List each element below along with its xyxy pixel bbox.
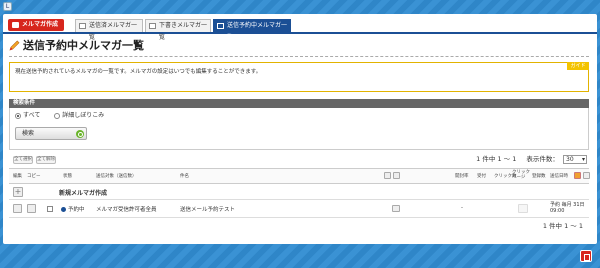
create-mailmag-button[interactable]: メルマガ作成 bbox=[8, 19, 64, 31]
th-status: 状態 bbox=[63, 174, 72, 179]
main-panel: メルマガ作成 送信済メルマガ一覧 下書きメルマガ一覧 送信予約中メルマガ一覧 送… bbox=[3, 14, 597, 244]
add-icon[interactable]: + bbox=[13, 187, 23, 197]
edit-icon[interactable] bbox=[13, 204, 22, 213]
clear-all-button[interactable]: 全て解除 bbox=[36, 156, 56, 164]
select-all-button[interactable]: 全て選択 bbox=[13, 156, 33, 164]
draft-icon bbox=[149, 23, 156, 29]
radio-all-dot bbox=[15, 113, 21, 119]
preview-icon[interactable] bbox=[392, 205, 400, 212]
table-row: 予約中 メルマガ受信許可者全員 送信メール予約テスト - 予約 毎月 31日 0… bbox=[9, 200, 589, 218]
app-logo: L bbox=[3, 2, 12, 11]
search-conditions-header: 検索条件 bbox=[9, 99, 589, 108]
tab-sent-list[interactable]: 送信済メルマガ一覧 bbox=[75, 19, 143, 41]
row-target: メルマガ受信許可者全員 bbox=[96, 207, 157, 213]
tab-scheduled-list[interactable]: 送信予約中メルマガ一覧 bbox=[213, 19, 291, 41]
guide-notice: 現在送信予約されているメルマガの一覧です。メルマガの設定はいつでも編集することが… bbox=[9, 62, 589, 92]
pager-top: 1 件中 1 ～ 1 表示件数： 30 bbox=[476, 154, 587, 164]
th-bounce: 登録数 bbox=[532, 174, 546, 179]
th-open: 開封率 bbox=[455, 174, 469, 179]
pencil-icon bbox=[9, 40, 20, 51]
search-button[interactable]: 検索 bbox=[15, 127, 87, 140]
create-mailmag-label: メルマガ作成 bbox=[22, 21, 59, 28]
row-send-date: 予約 毎月 31日 09:00 bbox=[550, 202, 585, 214]
pager-summary: 1 件中 1 ～ 1 bbox=[476, 155, 517, 163]
tab-draft-label: 下書きメルマガ一覧 bbox=[159, 22, 208, 41]
trash-icon[interactable] bbox=[580, 250, 592, 262]
top-bar: L bbox=[0, 0, 600, 14]
row-status: 予約中 bbox=[61, 205, 85, 213]
sent-mail-icon bbox=[79, 23, 86, 29]
new-mailmag-link[interactable]: 新規メルマガ作成 bbox=[59, 188, 107, 197]
title-divider bbox=[9, 56, 589, 57]
notice-text: 現在送信予約されているメルマガの一覧です。メルマガの設定はいつでも編集することが… bbox=[15, 69, 262, 75]
th-clickpage: クリックページ bbox=[512, 170, 530, 180]
per-page-select[interactable]: 30 bbox=[563, 154, 587, 164]
row-checkbox[interactable] bbox=[47, 206, 53, 212]
th-target: 送信対象（送信数） bbox=[96, 174, 137, 179]
scheduled-icon bbox=[217, 23, 224, 29]
mailmag-table: 編集 コピー 状態 送信対象（送信数） 件名 開封率 受付 クリック数 クリック… bbox=[9, 168, 590, 218]
sort-up-icon[interactable] bbox=[393, 172, 400, 179]
radio-detail-dot bbox=[54, 113, 61, 119]
search-conditions-panel: すべて 詳細しぼりこみ 検索 bbox=[9, 108, 589, 150]
th-delivered: 受付 bbox=[477, 174, 486, 179]
page-title: 送信予約中メルマガ一覧 bbox=[9, 39, 144, 53]
report-icon bbox=[518, 204, 528, 213]
guide-toggle-button[interactable]: ガイド bbox=[567, 62, 589, 70]
page-title-text: 送信予約中メルマガ一覧 bbox=[23, 39, 144, 52]
row-open-rate: - bbox=[461, 205, 463, 211]
row-status-text: 予約中 bbox=[68, 207, 85, 213]
radio-detail[interactable]: 詳細しぼりこみ bbox=[54, 112, 104, 120]
table-header: 編集 コピー 状態 送信対象（送信数） 件名 開封率 受付 クリック数 クリック… bbox=[9, 168, 590, 184]
search-mode-radios: すべて 詳細しぼりこみ bbox=[15, 112, 116, 120]
copy-icon[interactable] bbox=[27, 204, 36, 213]
th-subject: 件名 bbox=[180, 174, 189, 179]
search-button-label: 検索 bbox=[22, 130, 35, 137]
th-edit: 編集 bbox=[13, 174, 22, 179]
radio-detail-label: 詳細しぼりこみ bbox=[62, 112, 105, 119]
pager-bottom: 1 件中 1 ～ 1 bbox=[542, 222, 583, 230]
th-send-date: 送信日時 bbox=[550, 174, 568, 179]
sort-date-down-icon[interactable] bbox=[574, 172, 581, 179]
row-subject[interactable]: 送信メール予約テスト bbox=[180, 205, 235, 213]
new-mailmag-row: + 新規メルマガ作成 bbox=[9, 184, 589, 200]
status-icon bbox=[61, 207, 66, 212]
sort-date-up-icon[interactable] bbox=[583, 172, 590, 179]
radio-all-label: すべて bbox=[23, 112, 41, 119]
th-copy: コピー bbox=[27, 174, 41, 179]
search-icon bbox=[76, 130, 84, 138]
tab-draft-list[interactable]: 下書きメルマガ一覧 bbox=[145, 19, 211, 41]
tab-bar: メルマガ作成 送信済メルマガ一覧 下書きメルマガ一覧 送信予約中メルマガ一覧 bbox=[3, 14, 597, 41]
sort-down-icon[interactable] bbox=[384, 172, 391, 179]
per-page-label: 表示件数： bbox=[526, 155, 559, 163]
tab-scheduled-label: 送信予約中メルマガ一覧 bbox=[227, 22, 288, 41]
mail-icon bbox=[12, 22, 19, 28]
radio-all[interactable]: すべて bbox=[15, 112, 40, 120]
